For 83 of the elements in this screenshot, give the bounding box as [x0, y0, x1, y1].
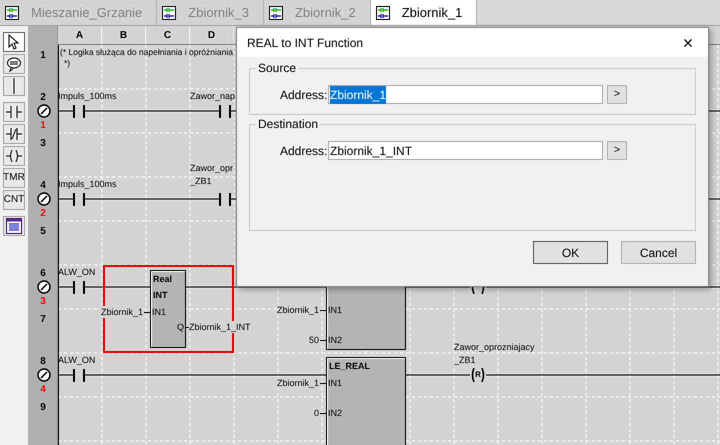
address-field[interactable]: Zbiornik_1 [328, 85, 603, 104]
tool-button[interactable] [3, 146, 25, 166]
negated-contact-icon [6, 128, 22, 140]
tool-button[interactable] [3, 54, 25, 74]
function-block[interactable] [326, 357, 406, 445]
pin-label: IN1 [152, 306, 166, 318]
row-number: 9 [39, 402, 47, 414]
ladder-icon [5, 6, 19, 20]
address-field[interactable]: Zbiornik_1_INT [328, 141, 603, 160]
dialog-button[interactable]: OK [533, 241, 608, 264]
block-title: INT [153, 289, 168, 301]
ladder-icon [376, 6, 390, 20]
ladder-icon [268, 6, 283, 20]
contact-icon [6, 106, 22, 118]
pin-label: IN1 [328, 377, 342, 389]
variable-label: Zbiornik_1 [276, 377, 319, 389]
row-number: 5 [39, 226, 47, 238]
field-label: Address: [280, 142, 328, 160]
variable-label: ALW_ON [58, 266, 96, 278]
dialog-button[interactable]: Cancel [621, 241, 696, 264]
step-number: 4 [39, 384, 47, 396]
variable-label: 0 [314, 407, 319, 419]
tool-button[interactable] [3, 124, 25, 144]
variable-label: _ZB1 [190, 175, 212, 187]
function-block[interactable] [150, 270, 186, 348]
row-number: 2 [39, 92, 47, 104]
pin-label: IN2 [328, 334, 342, 346]
row-number: 1 [39, 50, 47, 62]
variable-label: Zawor_oprozniajacy [454, 341, 535, 353]
variable-label: _ZB1 [454, 354, 476, 366]
column-header: D [190, 26, 234, 44]
browse-button[interactable]: > [607, 85, 627, 104]
block-title: LE_REAL [329, 360, 370, 372]
field-label: Address: [280, 86, 328, 104]
row-number: 4 [39, 180, 47, 192]
ladder-icon [162, 6, 176, 20]
comment-text: (* Logika służąca do napełniania i opróżniania [60, 47, 233, 58]
column-header: A [58, 26, 102, 44]
table-icon [6, 218, 22, 234]
group-title: Source [256, 61, 298, 75]
close-button[interactable]: × [678, 32, 698, 52]
variable-label: Impuls_100ms [58, 178, 117, 190]
row-number: 8 [39, 356, 47, 368]
variable-label: Zawor_nap [190, 90, 236, 102]
variable-label: Zawor_opr [190, 162, 234, 174]
group-title: Destination [256, 117, 320, 131]
pin-label: IN2 [328, 407, 342, 419]
step-number: 3 [39, 296, 47, 308]
coil-symbol: R [470, 368, 486, 382]
variable-label: Zbiornik_1_INT [189, 321, 251, 333]
variable-label: Zbiornik_1 [276, 304, 319, 316]
pin-label: Q [176, 321, 184, 333]
toolbar-button[interactable]: TMR [3, 168, 25, 188]
tool-button[interactable] [3, 216, 25, 236]
row-number: 6 [39, 268, 47, 280]
toolbar-button[interactable]: CNT [3, 190, 25, 210]
variable-label: Impuls_100ms [58, 90, 117, 102]
dialog-title: REAL to INT Function [247, 34, 364, 52]
browse-button[interactable]: > [607, 141, 627, 160]
block-title: Real [153, 273, 172, 285]
variable-label: Zbiornik_1 [100, 306, 143, 318]
step-number: 1 [39, 120, 47, 132]
rung-circle-icon [37, 104, 51, 118]
coil-icon [6, 150, 22, 162]
rung-circle-icon [37, 280, 51, 294]
tool-button[interactable] [3, 76, 25, 96]
rung-circle-icon [37, 368, 51, 382]
rung-circle-icon [37, 192, 51, 206]
row-number: 7 [39, 314, 47, 326]
comment-text: *) [64, 58, 70, 69]
row-number: 3 [39, 138, 47, 150]
pin-label: IN1 [328, 304, 342, 316]
vertical-line-icon [12, 78, 16, 94]
pointer-icon [7, 34, 21, 50]
tool-button[interactable] [3, 32, 25, 52]
document-tab[interactable]: Zbiornik_1 [370, 0, 478, 25]
comment-icon [6, 56, 22, 72]
step-number: 2 [39, 208, 47, 220]
column-header: B [102, 26, 146, 44]
column-header: C [146, 26, 190, 44]
variable-label: ALW_ON [58, 354, 96, 366]
tool-button[interactable] [3, 102, 25, 122]
variable-label: 50 [308, 334, 319, 346]
